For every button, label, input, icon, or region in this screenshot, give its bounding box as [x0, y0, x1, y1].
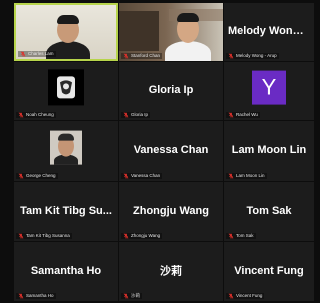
- participant-tile[interactable]: Tam Kit Tibg Su... Tam Kit Tibg Susanna: [14, 182, 118, 241]
- participant-tile[interactable]: Zhongju Wang Zhongju Wang: [119, 182, 223, 241]
- muted-mic-icon: [20, 51, 26, 57]
- participant-name-text: Gloria Ip: [131, 112, 149, 117]
- participant-name-label: Melody Wong - Arup: [226, 53, 279, 59]
- participant-tile[interactable]: Charles Lam: [14, 3, 118, 61]
- participant-display-name: Samantha Ho: [30, 264, 102, 277]
- participant-name-text: Stanford Chan: [131, 53, 161, 58]
- participant-display-name: Lam Moon Lin: [231, 143, 307, 156]
- muted-mic-icon: [18, 233, 24, 239]
- participant-tile[interactable]: Noah Cheung: [14, 62, 118, 120]
- participant-name-text: Rachel Wu: [236, 112, 258, 117]
- participant-name-label: Tom Sak: [226, 233, 256, 239]
- muted-mic-icon: [123, 233, 129, 239]
- muted-mic-icon: [123, 112, 129, 118]
- participant-name-label: Charles Lam: [18, 51, 56, 57]
- muted-mic-icon: [228, 293, 234, 299]
- participant-display-name: Tam Kit Tibg Su...: [20, 204, 112, 217]
- participant-name-label: Zhongju Wang: [121, 233, 163, 239]
- participant-tile[interactable]: Vincent Fung Vincent Fung: [224, 242, 314, 301]
- participant-tile[interactable]: Y Rachel Wu: [224, 62, 314, 120]
- participant-display-name: 沙莉: [160, 264, 182, 277]
- participant-tile[interactable]: Lam Moon Lin Lam Moon Lin: [224, 121, 314, 181]
- participant-tile[interactable]: Stanford Chan: [119, 3, 223, 61]
- participant-tile[interactable]: 沙莉 沙莉: [119, 242, 223, 301]
- participant-display-name: Vanessa Chan: [133, 143, 209, 156]
- participant-name-text: 沙莉: [131, 293, 140, 298]
- participant-display-name: Melody Wong -...: [228, 24, 314, 37]
- participant-name-text: Vincent Fung: [236, 293, 263, 298]
- participant-display-name: Gloria Ip: [148, 83, 194, 96]
- participant-display-name: Vincent Fung: [234, 264, 304, 277]
- participant-name-label: Stanford Chan: [121, 53, 163, 59]
- participant-name-text: Noah Cheung: [26, 112, 54, 117]
- muted-mic-icon: [18, 293, 24, 299]
- muted-mic-icon: [228, 112, 234, 118]
- participant-name-label: Tam Kit Tibg Susanna: [16, 233, 72, 239]
- avatar: Y: [252, 70, 286, 105]
- muted-mic-icon: [228, 173, 234, 179]
- participant-name-text: George Cheng: [26, 173, 56, 178]
- participant-name-text: Lam Moon Lin: [236, 173, 265, 178]
- participant-name-label: Gloria Ip: [121, 112, 151, 118]
- participant-name-text: Zhongju Wang: [131, 233, 161, 238]
- participant-name-text: Melody Wong - Arup: [236, 53, 277, 58]
- participant-name-label: 沙莉: [121, 293, 142, 299]
- participant-name-text: Tom Sak: [236, 233, 254, 238]
- muted-mic-icon: [228, 53, 234, 59]
- participant-tile[interactable]: Gloria Ip Gloria Ip: [119, 62, 223, 120]
- participant-tile[interactable]: Tom Sak Tom Sak: [224, 182, 314, 241]
- participant-name-label: Noah Cheung: [16, 112, 56, 118]
- participant-name-label: Samantha Ho: [16, 293, 56, 299]
- muted-mic-icon: [123, 293, 129, 299]
- participant-tile[interactable]: George Cheng: [14, 121, 118, 181]
- participant-name-label: George Cheng: [16, 173, 58, 179]
- participant-name-label: Lam Moon Lin: [226, 173, 267, 179]
- participant-name-label: Rachel Wu: [226, 112, 260, 118]
- participant-name-label: Vincent Fung: [226, 293, 265, 299]
- muted-mic-icon: [123, 53, 129, 59]
- participant-name-text: Samantha Ho: [26, 293, 54, 298]
- muted-mic-icon: [18, 112, 24, 118]
- participant-name-text: Tam Kit Tibg Susanna: [26, 233, 70, 238]
- participant-name-text: Vanessa Chan: [131, 173, 161, 178]
- muted-mic-icon: [18, 173, 24, 179]
- profile-logo: [48, 69, 84, 106]
- participant-display-name: Zhongju Wang: [133, 204, 209, 217]
- participant-grid: Charles Lam Stanford Chan Melody Wong -...…: [0, 0, 314, 303]
- profile-photo: [50, 130, 82, 165]
- participant-tile[interactable]: Vanessa Chan Vanessa Chan: [119, 121, 223, 181]
- participant-tile[interactable]: Melody Wong -... Melody Wong - Arup: [224, 3, 314, 61]
- participant-display-name: Tom Sak: [246, 204, 292, 217]
- muted-mic-icon: [123, 173, 129, 179]
- participant-name-label: Vanessa Chan: [121, 173, 163, 179]
- muted-mic-icon: [228, 233, 234, 239]
- participant-tile[interactable]: Samantha Ho Samantha Ho: [14, 242, 118, 301]
- participant-name-text: Charles Lam: [28, 51, 54, 56]
